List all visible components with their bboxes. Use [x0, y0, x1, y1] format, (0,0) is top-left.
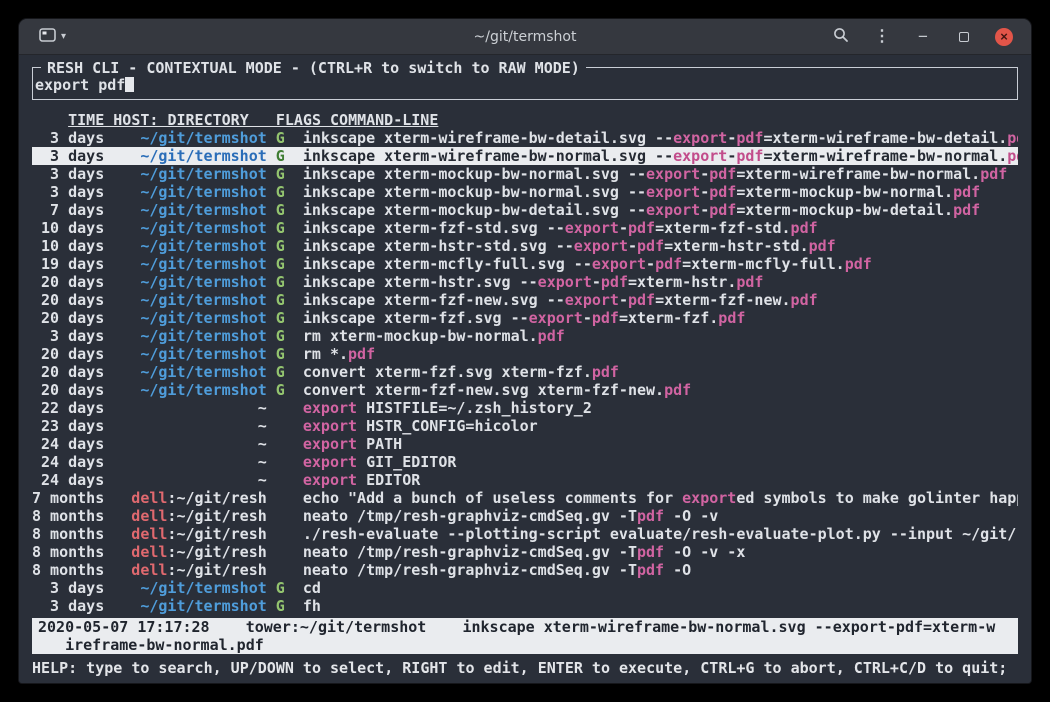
history-row[interactable]: 24 days~export GIT_EDITOR [32, 453, 1018, 471]
menu-button[interactable]: ⋮ [872, 27, 892, 47]
history-row[interactable]: 20 days~/git/termshotGinkscape xterm-fzf… [32, 309, 1018, 327]
history-row[interactable]: 24 days~export EDITOR [32, 471, 1018, 489]
terminal-window: ▾ ~/git/termshot ⋮ − × [18, 18, 1032, 684]
history-row[interactable]: 8 monthsdell:~/git/reshneato /tmp/resh-g… [32, 543, 1018, 561]
history-row[interactable]: 3 days~/git/termshotGinkscape xterm-mock… [32, 183, 1018, 201]
search-button[interactable] [831, 27, 851, 47]
history-row[interactable]: 22 days~export HISTFILE=~/.zsh_history_2 [32, 399, 1018, 417]
text-cursor [125, 77, 134, 92]
history-row[interactable]: 3 days~/git/termshotGrm xterm-mockup-bw-… [32, 327, 1018, 345]
history-row[interactable]: 10 days~/git/termshotGinkscape xterm-hst… [32, 237, 1018, 255]
history-row[interactable]: 24 days~export PATH [32, 435, 1018, 453]
history-row[interactable]: 23 days~export HSTR_CONFIG=hicolor [32, 417, 1018, 435]
restore-button[interactable] [954, 27, 974, 47]
minimize-icon: − [918, 28, 928, 45]
minimize-button[interactable]: − [913, 27, 933, 47]
search-box-title: RESH CLI - CONTEXTUAL MODE - (CTRL+R to … [41, 59, 586, 77]
terminal-content: RESH CLI - CONTEXTUAL MODE - (CTRL+R to … [19, 55, 1031, 683]
restore-icon [959, 32, 969, 42]
search-query-line[interactable]: export pdf [35, 76, 1015, 94]
history-row[interactable]: 8 monthsdell:~/git/resh./resh-evaluate -… [32, 525, 1018, 543]
history-row[interactable]: 3 days~/git/termshotGcd [32, 579, 1018, 597]
history-row[interactable]: 3 days~/git/termshotGfh [32, 597, 1018, 615]
desktop-background: ▾ ~/git/termshot ⋮ − × [0, 0, 1050, 702]
history-row[interactable]: 3 days~/git/termshotGinkscape xterm-wire… [32, 129, 1018, 147]
history-row[interactable]: 10 days~/git/termshotGinkscape xterm-fzf… [32, 219, 1018, 237]
chevron-down-icon: ▾ [61, 31, 66, 42]
history-rows: 3 days~/git/termshotGinkscape xterm-wire… [32, 129, 1018, 615]
history-row[interactable]: 20 days~/git/termshotGinkscape xterm-hst… [32, 273, 1018, 291]
close-icon: × [1000, 28, 1008, 45]
search-icon [833, 27, 849, 46]
search-box[interactable]: RESH CLI - CONTEXTUAL MODE - (CTRL+R to … [32, 67, 1018, 100]
table-header: TIME HOST: DIRECTORY FLAGS COMMAND-LINE [32, 111, 1018, 129]
help-line: HELP: type to search, UP/DOWN to select,… [32, 659, 1018, 677]
terminal-tab-icon [39, 28, 56, 45]
table-header-text: TIME HOST: DIRECTORY FLAGS COMMAND-LINE [68, 111, 438, 129]
history-row[interactable]: 7 monthsdell:~/git/reshecho "Add a bunch… [32, 489, 1018, 507]
history-row[interactable]: 20 days~/git/termshotGconvert xterm-fzf-… [32, 381, 1018, 399]
history-row[interactable]: 20 days~/git/termshotGrm *.pdf [32, 345, 1018, 363]
history-row[interactable]: 8 monthsdell:~/git/reshneato /tmp/resh-g… [32, 507, 1018, 525]
history-row[interactable]: 20 days~/git/termshotGinkscape xterm-fzf… [32, 291, 1018, 309]
status-line-1: 2020-05-07 17:17:28 tower:~/git/termshot… [38, 618, 1012, 636]
status-line-2: ireframe-bw-normal.pdf [38, 636, 1012, 654]
titlebar: ▾ ~/git/termshot ⋮ − × [19, 19, 1031, 55]
close-button[interactable]: × [995, 28, 1013, 46]
history-row[interactable]: 19 days~/git/termshotGinkscape xterm-mcf… [32, 255, 1018, 273]
status-bar: 2020-05-07 17:17:28 tower:~/git/termshot… [32, 618, 1018, 654]
history-row[interactable]: 3 days~/git/termshotGinkscape xterm-wire… [32, 147, 1018, 165]
new-tab-button[interactable]: ▾ [39, 28, 66, 45]
kebab-menu-icon: ⋮ [874, 29, 890, 45]
history-row[interactable]: 20 days~/git/termshotGconvert xterm-fzf.… [32, 363, 1018, 381]
history-row[interactable]: 7 days~/git/termshotGinkscape xterm-mock… [32, 201, 1018, 219]
history-row[interactable]: 3 days~/git/termshotGinkscape xterm-mock… [32, 165, 1018, 183]
search-query: export pdf [35, 76, 125, 94]
history-row[interactable]: 8 monthsdell:~/git/reshneato /tmp/resh-g… [32, 561, 1018, 579]
